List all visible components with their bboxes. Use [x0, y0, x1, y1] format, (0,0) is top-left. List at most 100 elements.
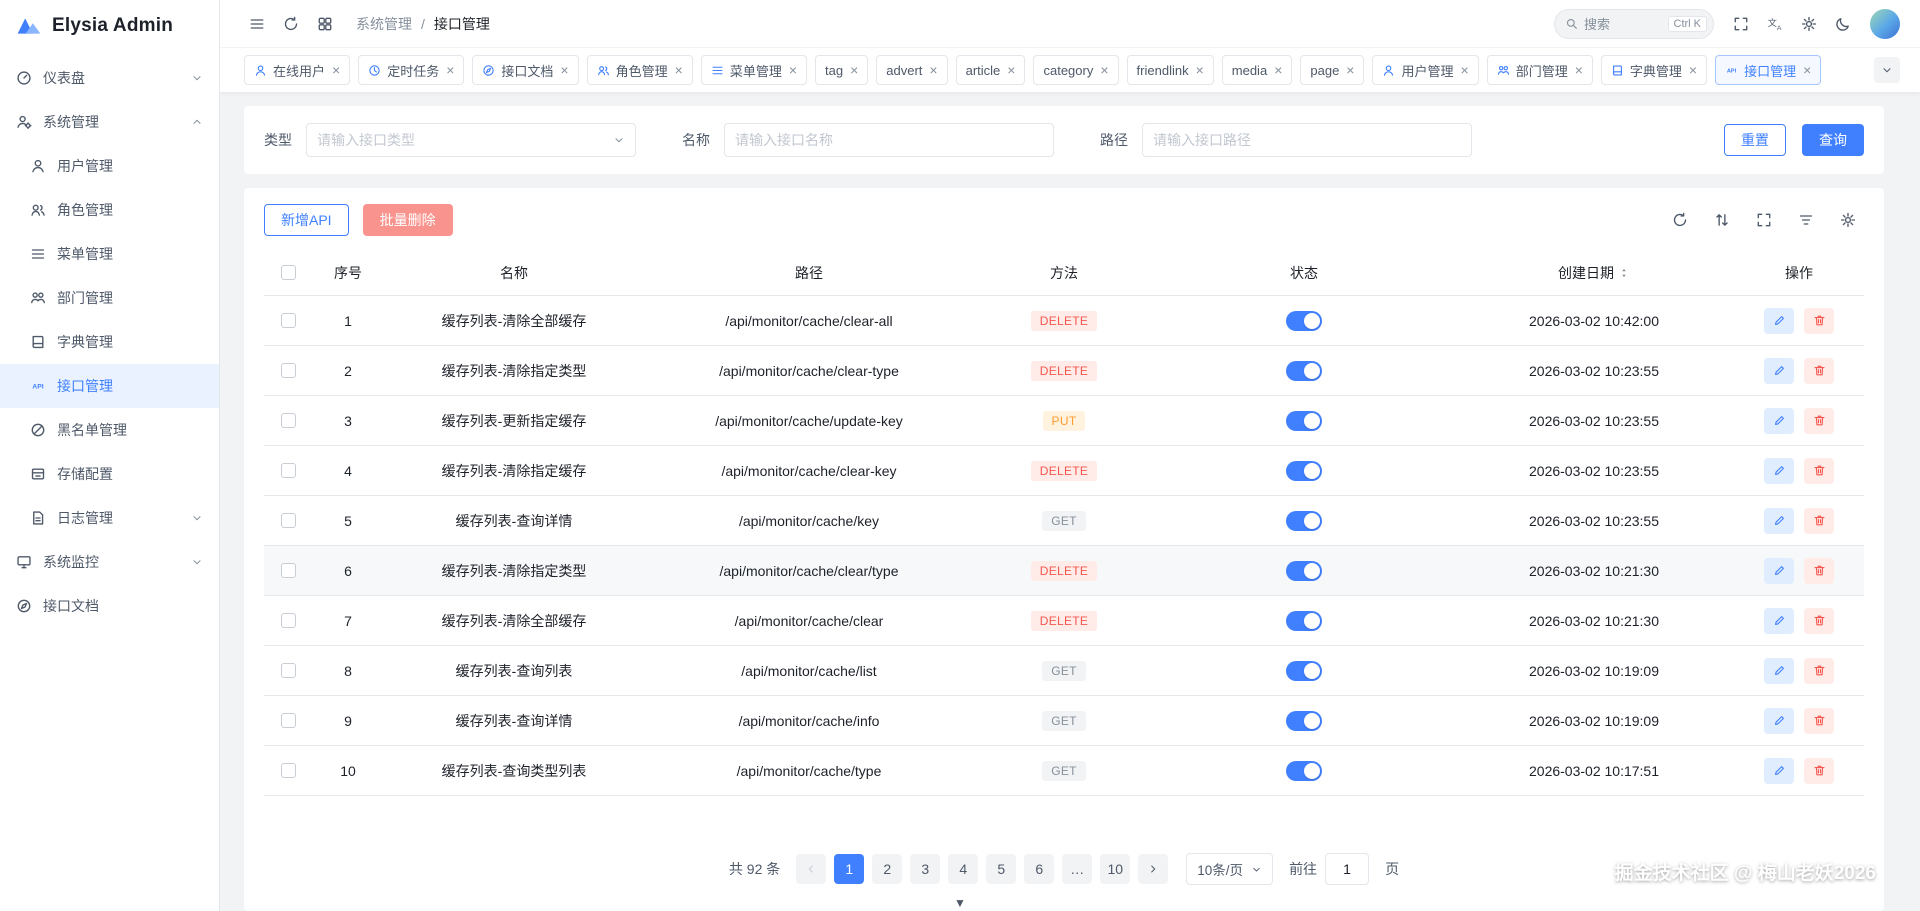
status-toggle[interactable]	[1286, 710, 1322, 731]
column-header[interactable]: 名称	[384, 263, 644, 283]
table-row[interactable]: 10 缓存列表-查询类型列表/api/monitor/cache/type GET 2…	[264, 746, 1864, 796]
close-icon[interactable]: ×	[1100, 62, 1108, 78]
table-row[interactable]: 1 缓存列表-清除全部缓存/api/monitor/cache/clear-all…	[264, 296, 1864, 346]
row-checkbox[interactable]	[280, 513, 296, 528]
status-toggle[interactable]	[1286, 510, 1322, 531]
moon-button[interactable]	[1828, 9, 1858, 39]
sidebar-item[interactable]: 用户管理	[0, 144, 219, 188]
delete-button[interactable]	[1804, 607, 1834, 634]
tab-item[interactable]: 在线用户 ×	[244, 55, 351, 85]
sidebar-item[interactable]: 系统监控	[0, 540, 219, 584]
delete-button[interactable]	[1804, 657, 1834, 684]
sidebar-item[interactable]: 菜单管理	[0, 232, 219, 276]
status-toggle[interactable]	[1286, 660, 1322, 681]
column-header[interactable]: 操作	[1734, 263, 1864, 283]
row-checkbox[interactable]	[280, 413, 296, 428]
apps-button[interactable]	[310, 9, 340, 39]
table-row[interactable]: 3 缓存列表-更新指定缓存/api/monitor/cache/update-ke…	[264, 396, 1864, 446]
row-checkbox[interactable]	[280, 763, 296, 778]
reset-button[interactable]: 重置	[1724, 124, 1786, 156]
delete-button[interactable]	[1804, 307, 1834, 334]
tab-item[interactable]: advert ×	[876, 55, 948, 85]
more-pages-button[interactable]: …	[1062, 854, 1093, 884]
tab-item[interactable]: media ×	[1221, 55, 1293, 85]
table-row[interactable]: 4 缓存列表-清除指定缓存/api/monitor/cache/clear-key…	[264, 446, 1864, 496]
page-button[interactable]: 3	[910, 854, 941, 884]
tab-item[interactable]: category ×	[1033, 55, 1119, 85]
page-button[interactable]: 5	[986, 854, 1017, 884]
column-header[interactable]: 路径	[644, 263, 974, 283]
fullscreen-button[interactable]	[1726, 9, 1756, 39]
page-button[interactable]: 6	[1024, 854, 1055, 884]
row-checkbox[interactable]	[280, 713, 296, 728]
page-button[interactable]: 10	[1100, 854, 1131, 884]
page-button[interactable]: 1	[834, 854, 865, 884]
select-all-checkbox[interactable]	[280, 265, 296, 280]
column-header[interactable]: 序号	[312, 263, 384, 283]
close-icon[interactable]: ×	[1461, 62, 1469, 78]
sort-icon[interactable]	[1618, 267, 1630, 279]
close-icon[interactable]: ×	[1274, 62, 1282, 78]
sort-button[interactable]	[1714, 212, 1730, 228]
close-icon[interactable]: ×	[1803, 62, 1811, 78]
close-icon[interactable]: ×	[1575, 62, 1583, 78]
delete-button[interactable]	[1804, 507, 1834, 534]
tab-item[interactable]: friendlink ×	[1126, 55, 1214, 85]
edit-button[interactable]	[1764, 707, 1794, 734]
edit-button[interactable]	[1764, 407, 1794, 434]
refresh-button[interactable]	[1672, 212, 1688, 228]
close-icon[interactable]: ×	[929, 62, 937, 78]
sidebar-item[interactable]: 字典管理	[0, 320, 219, 364]
global-search[interactable]: 搜索 Ctrl K	[1554, 8, 1714, 39]
status-toggle[interactable]	[1286, 760, 1322, 781]
status-toggle[interactable]	[1286, 560, 1322, 581]
translate-button[interactable]: 文A	[1760, 9, 1790, 39]
tab-item[interactable]: 接口文档 ×	[472, 55, 579, 85]
next-page-button[interactable]	[1138, 854, 1169, 884]
tab-item[interactable]: tag ×	[815, 55, 869, 85]
edit-button[interactable]	[1764, 307, 1794, 334]
settings-button[interactable]	[1840, 212, 1856, 228]
prev-page-button[interactable]	[796, 854, 827, 884]
sidebar-item[interactable]: 接口文档	[0, 584, 219, 628]
tab-item[interactable]: 角色管理 ×	[586, 55, 693, 85]
sidebar-item[interactable]: 角色管理	[0, 188, 219, 232]
row-checkbox[interactable]	[280, 663, 296, 678]
close-icon[interactable]: ×	[1689, 62, 1697, 78]
delete-button[interactable]	[1804, 757, 1834, 784]
tab-item[interactable]: 字典管理 ×	[1600, 55, 1708, 85]
close-icon[interactable]: ×	[1346, 62, 1354, 78]
close-icon[interactable]: ×	[675, 62, 683, 78]
sidebar-item[interactable]: 黑名单管理	[0, 408, 219, 452]
type-select[interactable]: 请输入接口类型	[306, 123, 636, 157]
status-toggle[interactable]	[1286, 360, 1322, 381]
table-row[interactable]: 9 缓存列表-查询详情/api/monitor/cache/info GET 2026…	[264, 696, 1864, 746]
table-row[interactable]: 5 缓存列表-查询详情/api/monitor/cache/key GET 2026-…	[264, 496, 1864, 546]
table-row[interactable]: 6 缓存列表-清除指定类型/api/monitor/cache/clear/typ…	[264, 546, 1864, 596]
tab-item[interactable]: API 接口管理 ×	[1715, 55, 1822, 85]
logo[interactable]: Elysia Admin	[0, 0, 219, 52]
tabs-overflow-button[interactable]	[1874, 57, 1900, 83]
delete-button[interactable]	[1804, 557, 1834, 584]
row-checkbox[interactable]	[280, 563, 296, 578]
status-toggle[interactable]	[1286, 410, 1322, 431]
sidebar-item[interactable]: 存储配置	[0, 452, 219, 496]
breadcrumb-item[interactable]: 系统管理	[356, 14, 412, 34]
status-toggle[interactable]	[1286, 310, 1322, 331]
fullscreen-button[interactable]	[1756, 212, 1772, 228]
table-row[interactable]: 8 缓存列表-查询列表/api/monitor/cache/list GET 2026…	[264, 646, 1864, 696]
scroll-down-indicator[interactable]: ▼	[954, 896, 966, 910]
batch-delete-button[interactable]: 批量删除	[362, 204, 453, 236]
edit-button[interactable]	[1764, 457, 1794, 484]
refresh-button[interactable]	[276, 9, 306, 39]
tab-item[interactable]: 定时任务 ×	[358, 55, 465, 85]
sidebar-item[interactable]: 日志管理	[0, 496, 219, 540]
page-size-select[interactable]: 10条/页	[1186, 853, 1274, 885]
edit-button[interactable]	[1764, 357, 1794, 384]
edit-button[interactable]	[1764, 657, 1794, 684]
close-icon[interactable]: ×	[1196, 62, 1204, 78]
status-toggle[interactable]	[1286, 460, 1322, 481]
tab-item[interactable]: 部门管理 ×	[1486, 55, 1593, 85]
close-icon[interactable]: ×	[850, 62, 858, 78]
tab-item[interactable]: page ×	[1300, 55, 1365, 85]
